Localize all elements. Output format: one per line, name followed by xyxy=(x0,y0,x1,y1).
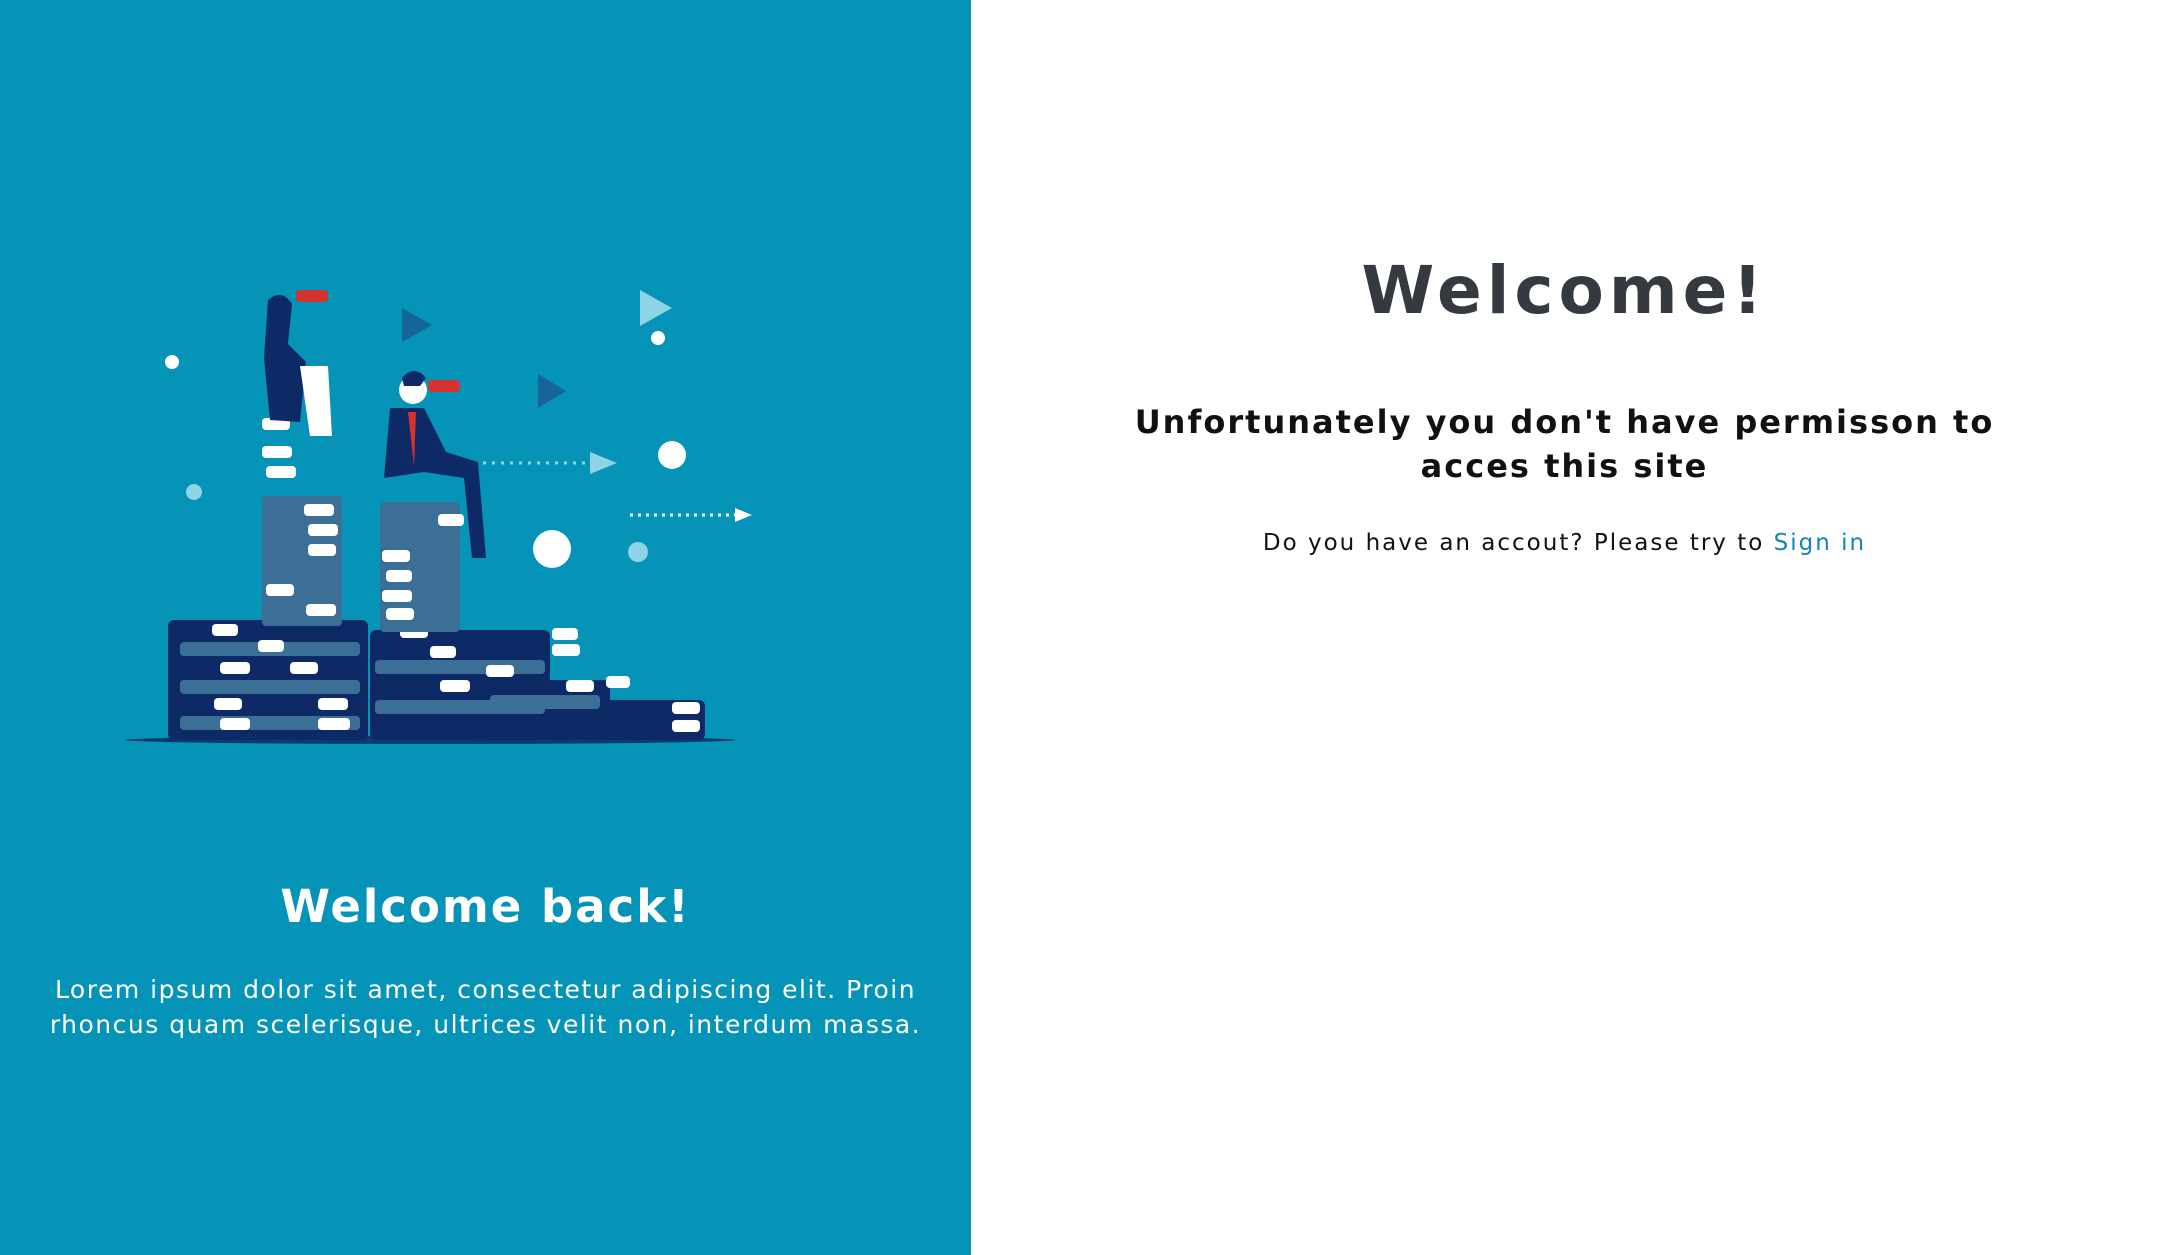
business-explorers-illustration xyxy=(125,290,752,744)
left-panel: Welcome back! Lorem ipsum dolor sit amet… xyxy=(0,0,971,1255)
sign-in-prompt-text: Do you have an accout? Please try to xyxy=(1262,530,1774,556)
welcome-back-description: Lorem ipsum dolor sit amet, consectetur … xyxy=(49,975,922,1039)
sign-in-prompt: Do you have an accout? Please try to Sig… xyxy=(971,530,2158,556)
welcome-back-heading: Welcome back! xyxy=(280,880,691,933)
right-panel: Welcome! Unfortunately you don't have pe… xyxy=(971,0,2158,1255)
sign-in-link[interactable]: Sign in xyxy=(1774,530,1866,556)
page: Welcome back! Lorem ipsum dolor sit amet… xyxy=(0,0,2158,1255)
permission-denied-message: Unfortunately you don't have permisson t… xyxy=(1134,403,1995,485)
welcome-title: Welcome! xyxy=(1361,252,1768,329)
